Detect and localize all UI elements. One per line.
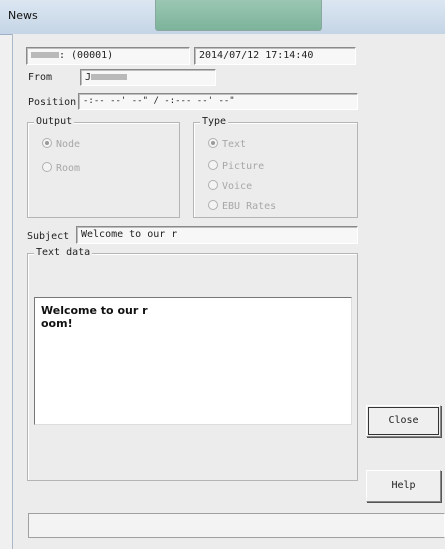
subject-label: Subject	[27, 231, 70, 242]
output-node-label: Node	[56, 139, 81, 150]
from-field: J	[80, 69, 216, 86]
type-ebu-rates-label: EBU Rates	[222, 201, 277, 212]
radio-selected-icon	[42, 138, 52, 148]
output-room-label: Room	[56, 163, 81, 174]
type-group-title: Type	[200, 116, 229, 127]
type-picture-radio[interactable]: Picture	[208, 160, 264, 172]
timestamp-field: 2014/07/12 17:14:40	[194, 47, 356, 65]
close-button[interactable]: Close	[366, 405, 441, 437]
from-label: From	[28, 72, 53, 83]
type-text-label: Text	[222, 139, 247, 150]
message-id-field: : (00001)	[26, 47, 190, 65]
message-id-text: : (00001)	[59, 50, 114, 61]
redacted-block	[31, 52, 59, 58]
title-bar-tab	[155, 0, 322, 31]
output-group-title: Output	[34, 116, 75, 127]
text-data-group-title: Text data	[34, 247, 93, 258]
radio-unselected-icon	[42, 162, 52, 172]
type-ebu-rates-radio[interactable]: EBU Rates	[208, 200, 276, 212]
type-voice-radio[interactable]: Voice	[208, 180, 252, 192]
news-window: News : (00001) 2014/07/12 17:14:40 From …	[0, 0, 445, 549]
position-label: Position	[28, 97, 77, 108]
status-bar	[28, 513, 445, 538]
position-field: -:-- --' --" / -:--- --' --"	[78, 93, 358, 110]
text-data-memo[interactable]: Welcome to our r oom!	[34, 297, 352, 425]
output-room-radio[interactable]: Room	[42, 162, 80, 174]
type-voice-label: Voice	[222, 181, 253, 192]
radio-unselected-icon	[208, 180, 218, 190]
type-picture-label: Picture	[222, 161, 265, 172]
radio-selected-icon	[208, 138, 218, 148]
help-button[interactable]: Help	[366, 470, 441, 502]
output-node-radio[interactable]: Node	[42, 138, 80, 150]
redacted-block	[91, 74, 128, 80]
title-bar[interactable]: News	[0, 0, 445, 35]
radio-unselected-icon	[208, 200, 218, 210]
window-title: News	[8, 9, 38, 22]
subject-field: Welcome to our r	[76, 226, 358, 244]
radio-unselected-icon	[208, 160, 218, 170]
type-text-radio[interactable]: Text	[208, 138, 246, 150]
